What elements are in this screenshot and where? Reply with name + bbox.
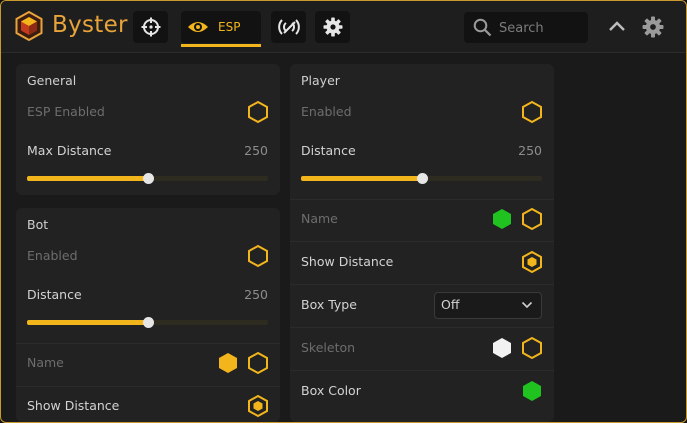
bot-name-color-swatch[interactable]: [217, 351, 239, 375]
player-distance-label: Distance: [301, 143, 356, 158]
app-window: Byster ESP Search General ESP Enabled Ma…: [0, 0, 687, 423]
esp-enabled-label: ESP Enabled: [27, 104, 105, 119]
box-color-label: Box Color: [301, 383, 361, 398]
box-type-value: Off: [441, 297, 460, 312]
divider: [290, 284, 554, 285]
player-show-distance-checkbox[interactable]: [521, 250, 543, 274]
divider: [290, 370, 554, 371]
skeleton-checkbox[interactable]: [521, 336, 543, 360]
box-type-label: Box Type: [301, 297, 357, 312]
tab-settings[interactable]: [315, 11, 350, 43]
app-title: Byster: [52, 12, 128, 38]
chevron-up-icon[interactable]: [608, 20, 626, 32]
top-bar: Byster ESP: [1, 1, 686, 53]
active-tab-indicator: [181, 44, 261, 47]
divider: [16, 343, 280, 344]
player-name-color-swatch[interactable]: [491, 207, 513, 231]
tab-esp-label: ESP: [218, 20, 241, 34]
player-show-distance-label: Show Distance: [301, 254, 394, 269]
section-title: Bot: [27, 217, 49, 232]
search-icon: [473, 18, 492, 37]
skeleton-color-swatch[interactable]: [491, 336, 513, 360]
bot-distance-slider[interactable]: [27, 317, 268, 328]
tab-aim[interactable]: [133, 11, 168, 43]
player-name-checkbox[interactable]: [521, 207, 543, 231]
bot-distance-value: 250: [244, 287, 268, 302]
search-box[interactable]: [464, 12, 588, 43]
slider-fill: [301, 176, 422, 181]
gear-icon[interactable]: [642, 16, 664, 38]
radar-icon: [277, 19, 300, 35]
skeleton-label: Skeleton: [301, 340, 356, 355]
max-distance-value: 250: [244, 143, 268, 158]
bot-name-checkbox[interactable]: [247, 351, 269, 375]
max-distance-label: Max Distance: [27, 143, 112, 158]
player-enabled-checkbox[interactable]: [521, 100, 543, 124]
crosshair-icon: [141, 17, 160, 37]
bot-enabled-checkbox[interactable]: [247, 244, 269, 268]
divider: [16, 386, 280, 387]
tab-esp[interactable]: ESP: [181, 11, 261, 47]
bot-name-label: Name: [27, 355, 64, 370]
section-title: Player: [301, 73, 340, 88]
slider-handle[interactable]: [416, 173, 428, 184]
max-distance-slider[interactable]: [27, 173, 268, 184]
slider-handle[interactable]: [142, 173, 154, 184]
divider: [290, 327, 554, 328]
bot-enabled-label: Enabled: [27, 248, 78, 263]
esp-enabled-checkbox[interactable]: [247, 100, 269, 124]
box-color-swatch[interactable]: [521, 379, 543, 403]
eye-icon: [188, 22, 208, 32]
divider: [290, 241, 554, 242]
player-section: Player Enabled Distance 250 Name Show Di…: [290, 64, 554, 422]
byster-logo-icon: [15, 11, 43, 41]
player-distance-slider[interactable]: [301, 173, 542, 184]
slider-fill: [27, 320, 148, 325]
chevron-down-icon: [521, 301, 533, 309]
bot-show-distance-checkbox[interactable]: [247, 394, 269, 418]
player-enabled-label: Enabled: [301, 104, 352, 119]
tab-radar[interactable]: [271, 11, 306, 43]
search-input[interactable]: [497, 17, 587, 39]
gear-icon: [323, 17, 342, 37]
bot-show-distance-label: Show Distance: [27, 398, 120, 413]
player-distance-value: 250: [518, 143, 542, 158]
slider-handle[interactable]: [142, 317, 154, 328]
box-type-dropdown[interactable]: Off: [434, 292, 542, 319]
divider: [290, 199, 554, 200]
section-title: General: [27, 73, 77, 88]
player-name-label: Name: [301, 211, 338, 226]
slider-fill: [27, 176, 148, 181]
bot-distance-label: Distance: [27, 287, 82, 302]
general-section: General ESP Enabled Max Distance 250: [16, 64, 280, 195]
bot-section: Bot Enabled Distance 250 Name Show Dista…: [16, 208, 280, 422]
